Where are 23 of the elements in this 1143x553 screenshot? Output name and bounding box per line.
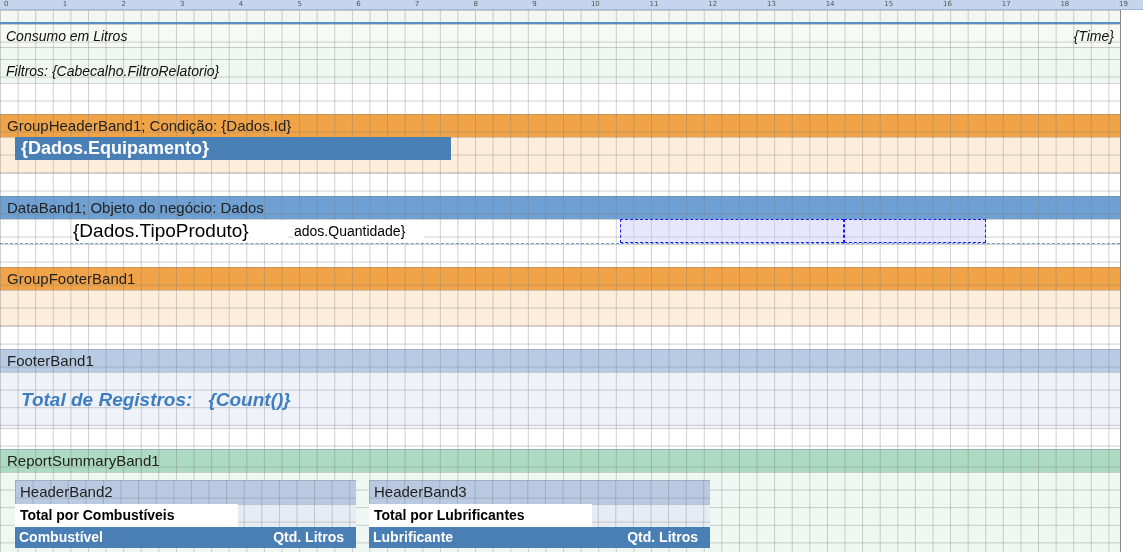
report-subtitle[interactable]: Consumo em Litros bbox=[6, 27, 128, 44]
band-header[interactable]: GroupFooterBand1 bbox=[0, 267, 1120, 290]
total-label[interactable]: Total de Registros: bbox=[21, 389, 193, 411]
band-header[interactable]: HeaderBand2 bbox=[15, 480, 356, 504]
count-field[interactable]: {Count()} bbox=[208, 389, 291, 411]
band-header[interactable]: DataBand1; Objeto do negócio: Dados bbox=[0, 196, 1120, 219]
panel-caption[interactable]: Total por Lubrificantes bbox=[369, 504, 592, 527]
column-header[interactable]: Qtd. Litros bbox=[273, 528, 344, 548]
data-field[interactable]: ados.Quantidade} bbox=[294, 220, 424, 242]
band-header[interactable]: HeaderBand3 bbox=[369, 480, 710, 504]
band-header[interactable]: FooterBand1 bbox=[0, 349, 1120, 372]
data-field[interactable] bbox=[620, 219, 844, 243]
equipment-field[interactable]: {Dados.Equipamento} bbox=[15, 137, 451, 160]
column-header[interactable]: Lubrificante bbox=[373, 528, 454, 548]
band-header[interactable]: GroupHeaderBand1; Condição: {Dados.Id} bbox=[0, 114, 1120, 137]
panel-caption[interactable]: Total por Combustíveis bbox=[15, 504, 238, 527]
band-header[interactable]: ReportSummaryBand1 bbox=[0, 449, 1120, 472]
data-field[interactable] bbox=[844, 219, 986, 243]
data-field[interactable]: {Dados.TipoProduto} bbox=[73, 220, 288, 242]
column-header[interactable]: Combustível bbox=[19, 528, 103, 548]
filter-text[interactable]: Filtros: {Cabecalho.FiltroRelatorio} bbox=[6, 63, 220, 79]
column-header[interactable]: Qtd. Litros bbox=[627, 528, 698, 548]
time-field[interactable]: {Time} bbox=[1073, 27, 1114, 44]
